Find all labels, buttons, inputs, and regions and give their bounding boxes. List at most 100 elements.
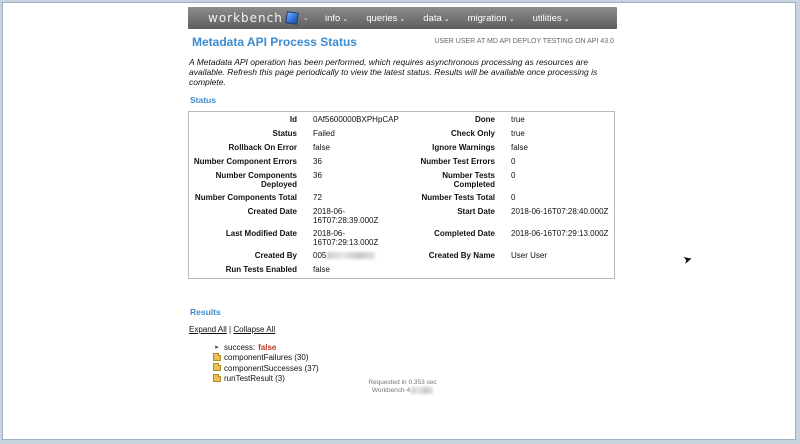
main-menu: info ⌄ queries ⌄ data ⌄ migration ⌄ utilitie…	[316, 13, 579, 24]
status-value: false	[511, 143, 528, 152]
chevron-down-icon: ⌄	[443, 15, 450, 23]
table-row: Number Components Total 72 Number Tests …	[189, 193, 614, 207]
collapse-all-link[interactable]: Collapse All	[233, 325, 275, 334]
folder-icon	[213, 363, 221, 372]
status-value: false	[313, 143, 330, 152]
menu-migration-label: migration	[467, 12, 507, 24]
table-row: Created By 005 Created By Name User User	[189, 251, 614, 265]
menu-queries[interactable]: queries ⌄	[357, 13, 414, 24]
status-value: true	[511, 129, 525, 138]
browser-frame: workbench ⌄ info ⌄ queries ⌄ data ⌄ migrati…	[2, 2, 796, 440]
status-value: 0	[511, 157, 516, 166]
status-label: Number Components Deployed	[215, 171, 297, 189]
workbench-version: Workbench 4	[188, 387, 617, 395]
table-row: Number Components Deployed 36 Number Tes…	[189, 171, 614, 193]
success-label: success:	[224, 342, 256, 352]
status-label: Number Tests Completed	[442, 171, 495, 189]
tree-item-component-failures[interactable]: componentFailures (30)	[212, 352, 617, 364]
folder-icon	[213, 352, 221, 361]
workbench-logo[interactable]: workbench ⌄	[188, 11, 316, 25]
status-label: Number Test Errors	[420, 157, 495, 166]
top-navbar: workbench ⌄ info ⌄ queries ⌄ data ⌄ migrati…	[188, 7, 617, 29]
status-label: Check Only	[450, 129, 495, 138]
expand-all-link[interactable]: Expand All	[189, 325, 227, 334]
expand-collapse-controls: Expand All | Collapse All	[189, 325, 617, 334]
status-label: Id	[289, 115, 297, 124]
request-time: Requested in 0.353 sec	[368, 379, 437, 386]
separator: |	[229, 325, 232, 334]
chevron-down-icon: ⌄	[508, 15, 515, 23]
status-value: Failed	[313, 129, 335, 138]
menu-info-label: info	[325, 12, 341, 24]
redacted-text	[411, 387, 434, 394]
status-value: 2018-06-16T07:29:13.000Z	[511, 229, 609, 238]
logo-text: workbench	[208, 11, 283, 25]
status-value: true	[511, 115, 525, 124]
status-label: Number Components Total	[194, 193, 297, 202]
status-label: Ignore Warnings	[432, 143, 495, 152]
results-tree: ▸ success: false componentFailures (30) …	[212, 342, 617, 384]
table-row: Number Component Errors 36 Number Test E…	[189, 157, 614, 171]
status-label: Created By	[254, 251, 297, 260]
menu-utilities-label: utilities	[532, 12, 562, 24]
status-value: 36	[313, 171, 322, 180]
expand-arrow-icon: ▸	[215, 344, 219, 352]
menu-migration[interactable]: migration ⌄	[459, 13, 524, 24]
status-label: Start Date	[457, 207, 495, 216]
menu-utilities[interactable]: utilities ⌄	[524, 13, 579, 24]
page-footer: Requested in 0.353 sec Workbench 4	[188, 379, 617, 395]
redacted-text	[327, 252, 376, 260]
status-value: 2018-06-16T07:28:40.000Z	[511, 207, 609, 216]
results-heading: Results	[190, 307, 221, 317]
status-label: Rollback On Error	[228, 143, 297, 152]
status-label: Last Modified Date	[225, 229, 297, 238]
status-label: Created Date	[247, 207, 297, 216]
menu-data[interactable]: data ⌄	[414, 13, 458, 24]
status-label	[406, 265, 503, 276]
chevron-down-icon: ⌄	[302, 15, 309, 22]
status-value: 0	[511, 171, 516, 180]
user-info: USER USER AT MD API DEPLOY TESTING ON AP…	[434, 38, 614, 45]
table-row: Created Date 2018-06-16T07:28:39.000Z St…	[189, 207, 614, 229]
status-label: Run Tests Enabled	[225, 265, 297, 274]
page-description: A Metadata API operation has been perfor…	[189, 57, 598, 87]
status-label: Number Component Errors	[193, 157, 297, 166]
status-label: Number Tests Total	[421, 193, 496, 202]
table-row: Last Modified Date 2018-06-16T07:29:13.0…	[189, 229, 614, 251]
tree-item-label: componentSuccesses (37)	[224, 363, 319, 373]
table-row: Id 0Af5600000BXPHpCAP Done true	[189, 115, 614, 129]
status-value: User User	[511, 251, 548, 260]
status-value: 0Af5600000BXPHpCAP	[313, 115, 399, 124]
menu-info[interactable]: info ⌄	[316, 13, 357, 24]
status-table: Id 0Af5600000BXPHpCAP Done true Status F…	[188, 111, 615, 279]
chevron-down-icon: ⌄	[399, 15, 406, 23]
tree-item-label: componentFailures (30)	[224, 353, 309, 363]
status-value: 0	[511, 193, 516, 202]
workbench-content: workbench ⌄ info ⌄ queries ⌄ data ⌄ migrati…	[188, 7, 617, 394]
success-value: false	[258, 342, 277, 352]
created-by-value: 005	[305, 251, 406, 265]
workbench-cube-icon	[285, 11, 299, 25]
created-by-id: 005	[313, 251, 327, 260]
status-value: 36	[313, 157, 322, 166]
title-row: Metadata API Process Status USER USER AT…	[188, 34, 617, 56]
tree-item-component-successes[interactable]: componentSuccesses (37)	[212, 363, 617, 374]
menu-data-label: data	[423, 12, 442, 24]
menu-queries-label: queries	[366, 12, 398, 24]
chevron-down-icon: ⌄	[563, 15, 570, 23]
page-title: Metadata API Process Status	[192, 35, 357, 49]
status-label: Created By Name	[428, 251, 495, 260]
table-row: Run Tests Enabled false	[189, 265, 614, 276]
table-row: Rollback On Error false Ignore Warnings …	[189, 143, 614, 157]
workbench-version-label: Workbench 4	[371, 387, 411, 395]
tree-item-success[interactable]: ▸ success: false	[212, 342, 617, 353]
status-value	[503, 265, 614, 276]
status-value: 72	[313, 193, 322, 202]
table-row: Status Failed Check Only true	[189, 129, 614, 143]
status-label: Done	[475, 115, 495, 124]
status-value: false	[313, 265, 330, 274]
status-value: 2018-06-16T07:28:39.000Z	[313, 207, 379, 225]
status-value: 2018-06-16T07:29:13.000Z	[313, 229, 379, 247]
status-label: Completed Date	[434, 229, 495, 238]
chevron-down-icon: ⌄	[342, 15, 349, 23]
